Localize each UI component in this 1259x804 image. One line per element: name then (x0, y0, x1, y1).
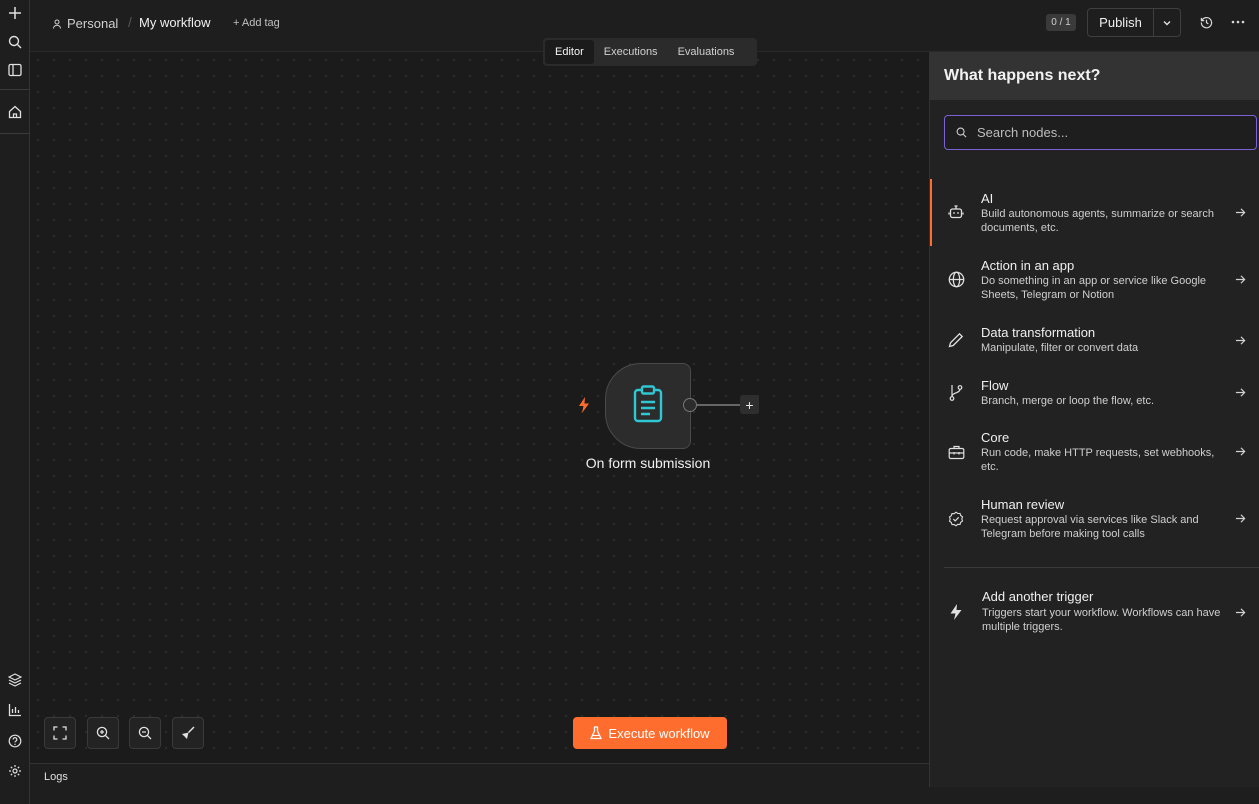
category-description: Branch, merge or loop the flow, etc. (981, 395, 1155, 407)
form-trigger-node[interactable] (605, 363, 691, 449)
zoom-out-icon (138, 726, 152, 740)
bottom-strip (30, 787, 1259, 804)
category-human-review[interactable]: Human review Request approval via servic… (930, 485, 1259, 552)
pencil-icon (946, 330, 966, 350)
arrow-right-icon (1233, 385, 1247, 399)
category-title: Action in an app (981, 258, 1075, 273)
node-connector-line (697, 404, 741, 406)
branch-icon (946, 382, 966, 402)
toolbox-icon (946, 442, 966, 462)
broom-icon (182, 726, 195, 740)
search-box (944, 115, 1257, 150)
workflow-name[interactable]: My workflow (139, 15, 211, 30)
zoom-out-button[interactable] (129, 717, 161, 749)
chevron-down-icon[interactable] (1154, 9, 1180, 36)
arrow-right-icon (1233, 205, 1247, 219)
settings-gear-icon[interactable] (3, 759, 27, 783)
node-output-handle[interactable] (683, 398, 697, 412)
search-icon (956, 127, 967, 138)
category-title: Core (981, 430, 1010, 445)
templates-icon[interactable] (3, 668, 27, 692)
zoom-to-fit-button[interactable] (44, 717, 76, 749)
home-icon[interactable] (3, 100, 27, 124)
add-next-node-button[interactable]: + (740, 395, 759, 414)
left-rail (0, 0, 30, 804)
category-description: Do something in an app or service like G… (981, 275, 1207, 301)
category-ai[interactable]: AI Build autonomous agents, summarize or… (930, 179, 1259, 246)
flask-icon (590, 726, 603, 740)
trigger-description: Triggers start your workflow. Workflows … (982, 607, 1221, 633)
panel-divider (944, 567, 1259, 568)
panel-title: What happens next? (930, 52, 1259, 100)
arrow-right-icon (1233, 605, 1247, 619)
trigger-bolt-icon (576, 396, 592, 419)
zoom-in-icon (96, 726, 110, 740)
zoom-in-button[interactable] (87, 717, 119, 749)
execute-workflow-button[interactable]: Execute workflow (573, 717, 727, 749)
arrow-right-icon (1233, 511, 1247, 525)
category-flow[interactable]: Flow Branch, merge or loop the flow, etc… (930, 366, 1259, 418)
category-description: Manipulate, filter or convert data (981, 342, 1139, 354)
category-description: Run code, make HTTP requests, set webhoo… (981, 447, 1215, 473)
owner-label: Personal (67, 16, 119, 31)
execute-workflow-label: Execute workflow (608, 725, 710, 741)
arrow-right-icon (1233, 444, 1247, 458)
robot-icon (946, 202, 966, 222)
tab-evaluations[interactable]: Evaluations (668, 40, 745, 64)
logs-label: Logs (44, 771, 68, 783)
workflow-canvas[interactable]: + On form submission Execute workflow (30, 52, 929, 763)
add-tag-button[interactable]: + Add tag (233, 17, 280, 29)
category-title: Flow (981, 378, 1009, 393)
arrow-right-icon (1233, 333, 1247, 347)
plus-icon[interactable] (3, 1, 27, 25)
tab-editor[interactable]: Editor (545, 40, 594, 64)
category-title: Human review (981, 497, 1065, 512)
publish-button[interactable]: Publish (1088, 9, 1154, 36)
breadcrumb-owner[interactable]: Personal (52, 16, 118, 31)
active-counter-badge: 0 / 1 (1046, 14, 1076, 31)
search-nodes-input[interactable] (977, 125, 1247, 140)
fit-view-icon (53, 726, 67, 740)
clipboard-icon (632, 384, 664, 428)
breadcrumb-separator: / (128, 14, 132, 30)
view-tabs: Editor Executions Evaluations (543, 38, 757, 66)
category-data-transformation[interactable]: Data transformation Manipulate, filter o… (930, 313, 1259, 366)
node-creator-panel: What happens next? AI Build autonomous a… (929, 52, 1259, 787)
check-badge-icon (946, 509, 966, 529)
category-core[interactable]: Core Run code, make HTTP requests, set w… (930, 418, 1259, 485)
category-title: Data transformation (981, 325, 1096, 340)
sidebar-toggle-icon[interactable] (3, 58, 27, 82)
more-options-icon[interactable] (1230, 14, 1246, 30)
insights-icon[interactable] (3, 698, 27, 722)
help-icon[interactable] (3, 729, 27, 753)
publish-button-group: Publish (1087, 8, 1181, 37)
tab-executions[interactable]: Executions (594, 40, 668, 64)
search-icon[interactable] (3, 30, 27, 54)
arrow-right-icon (1233, 272, 1247, 286)
add-another-trigger[interactable]: Add another trigger Triggers start your … (930, 578, 1259, 645)
trigger-title: Add another trigger (982, 589, 1094, 604)
node-label: On form submission (585, 455, 711, 471)
user-icon (53, 19, 61, 29)
category-description: Request approval via services like Slack… (981, 514, 1199, 540)
tidy-up-button[interactable] (172, 717, 204, 749)
category-description: Build autonomous agents, summarize or se… (981, 208, 1214, 234)
bolt-icon (946, 602, 966, 622)
globe-icon (946, 269, 966, 289)
category-action-in-app[interactable]: Action in an app Do something in an app … (930, 246, 1259, 313)
category-title: AI (981, 191, 994, 206)
logs-panel-toggle[interactable]: Logs (30, 763, 929, 787)
history-icon[interactable] (1198, 14, 1214, 30)
